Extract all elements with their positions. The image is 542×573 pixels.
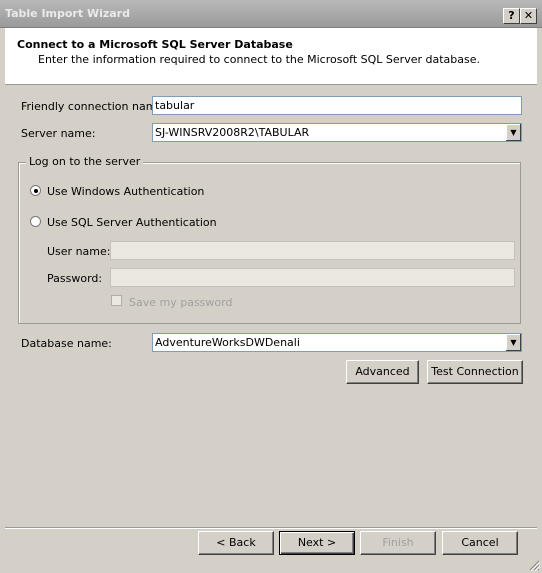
save-password-label: Save my password	[129, 296, 233, 309]
window-title: Table Import Wizard	[5, 7, 130, 20]
password-input[interactable]	[110, 268, 515, 287]
sql-auth-label[interactable]: Use SQL Server Authentication	[47, 216, 217, 229]
next-button[interactable]: Next >	[279, 531, 355, 555]
chevron-down-icon[interactable]: ▼	[505, 124, 521, 141]
cancel-button[interactable]: Cancel	[442, 531, 518, 555]
save-password-checkbox[interactable]	[111, 295, 122, 306]
database-name-value: AdventureWorksDWDenali	[155, 336, 300, 349]
radio-selected-dot	[34, 189, 38, 193]
server-name-label: Server name:	[21, 127, 96, 140]
username-label: User name:	[47, 245, 111, 258]
server-name-combo[interactable]: SJ-WINSRV2008R2\TABULAR ▼	[152, 123, 522, 142]
friendly-name-input[interactable]: tabular	[152, 96, 522, 115]
advanced-button[interactable]: Advanced	[346, 360, 419, 384]
title-bar: Table Import Wizard ? ✕	[0, 0, 542, 28]
help-button[interactable]: ?	[503, 8, 520, 24]
windows-auth-radio[interactable]	[30, 185, 41, 196]
username-input[interactable]	[110, 241, 515, 260]
sql-auth-radio[interactable]	[30, 216, 41, 227]
server-name-value: SJ-WINSRV2008R2\TABULAR	[155, 126, 310, 139]
footer-separator	[5, 527, 537, 529]
password-label: Password:	[47, 272, 103, 285]
header-panel: Connect to a Microsoft SQL Server Databa…	[5, 28, 537, 85]
database-name-label: Database name:	[21, 337, 112, 350]
page-description: Enter the information required to connec…	[38, 53, 480, 66]
database-name-combo[interactable]: AdventureWorksDWDenali ▼	[152, 333, 522, 352]
windows-auth-label[interactable]: Use Windows Authentication	[47, 185, 204, 198]
back-button[interactable]: < Back	[198, 531, 274, 555]
logon-group-label: Log on to the server	[26, 155, 144, 168]
resize-grip-icon[interactable]	[528, 559, 540, 571]
close-button[interactable]: ✕	[520, 8, 537, 24]
friendly-name-label: Friendly connection name:	[21, 100, 167, 113]
test-connection-button[interactable]: Test Connection	[427, 360, 523, 384]
finish-button[interactable]: Finish	[360, 531, 436, 555]
chevron-down-icon[interactable]: ▼	[505, 334, 521, 351]
page-title: Connect to a Microsoft SQL Server Databa…	[17, 38, 293, 51]
